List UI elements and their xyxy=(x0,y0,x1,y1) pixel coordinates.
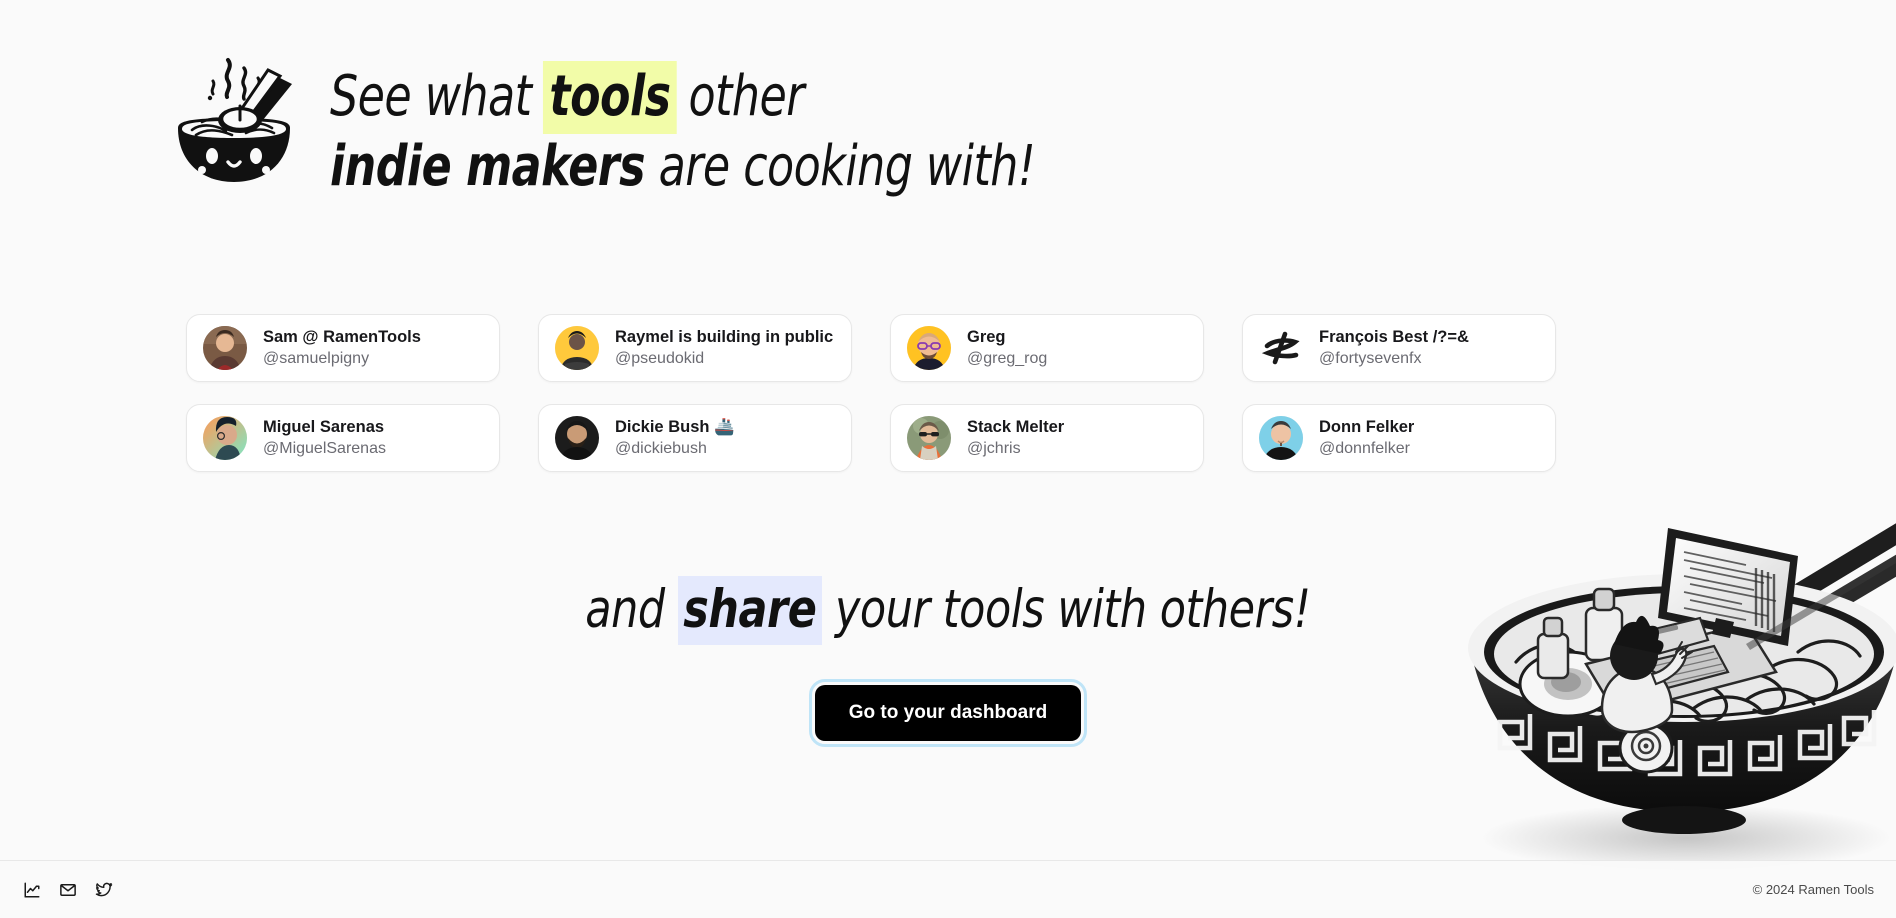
maker-name: Raymel is building in public xyxy=(615,328,834,346)
maker-meta: Miguel Sarenas @MiguelSarenas xyxy=(263,417,386,459)
maker-meta: Donn Felker @donnfelker xyxy=(1319,417,1414,459)
illustration-avatar-miguel xyxy=(203,416,247,460)
headline-text-pre: See what xyxy=(330,64,546,129)
maker-meta: François Best /?=& @fortysevenfx xyxy=(1319,327,1469,369)
maker-name: François Best /?=& xyxy=(1319,328,1469,346)
maker-name: Miguel Sarenas xyxy=(263,418,385,436)
maker-meta: Greg @greg_rog xyxy=(967,327,1047,369)
footer-social-icons xyxy=(22,880,114,900)
maker-meta: Dickie Bush 🚢 @dickiebush xyxy=(615,417,735,459)
maker-card-greg-rog[interactable]: Greg @greg_rog xyxy=(890,314,1204,382)
headline-highlight-indie-makers: indie makers xyxy=(330,134,646,199)
maker-handle: @fortysevenfx xyxy=(1319,350,1422,367)
ramen-bowl-logo-icon[interactable] xyxy=(168,50,300,190)
maker-card-pseudokid[interactable]: Raymel is building in public @pseudokid xyxy=(538,314,852,382)
copyright-text: © 2024 Ramen Tools xyxy=(1752,882,1874,897)
share-text-pre: and xyxy=(585,579,678,640)
maker-meta: Sam @ RamenTools @samuelpigny xyxy=(263,327,421,369)
maker-name: Stack Melter xyxy=(967,418,1065,436)
maker-handle: @MiguelSarenas xyxy=(263,440,386,457)
makers-grid: Sam @ RamenTools @samuelpigny Raymel is … xyxy=(186,314,1556,472)
maker-card-samuelpigny[interactable]: Sam @ RamenTools @samuelpigny xyxy=(186,314,500,382)
cta-section: Go to your dashboard xyxy=(0,679,1896,747)
maker-handle: @greg_rog xyxy=(967,350,1048,367)
maker-handle: @jchris xyxy=(967,440,1021,457)
headline-text-cooking: are cooking with! xyxy=(645,134,1036,199)
maker-handle: @pseudokid xyxy=(615,350,705,367)
headline-line-2: indie makers are cooking with! xyxy=(330,132,1036,202)
share-tagline: and share your tools with others! xyxy=(0,576,1896,645)
maker-name: Dickie Bush 🚢 xyxy=(615,418,735,436)
maker-name: Sam @ RamenTools xyxy=(263,328,421,346)
maker-name: Donn Felker xyxy=(1319,418,1415,436)
landing-page: See what tools other indie makers are co… xyxy=(0,0,1896,918)
maker-handle: @donnfelker xyxy=(1319,440,1410,457)
maker-card-dickiebush[interactable]: Dickie Bush 🚢 @dickiebush xyxy=(538,404,852,472)
maker-meta: Raymel is building in public @pseudokid xyxy=(615,327,833,369)
envelope-mail-icon[interactable] xyxy=(58,880,78,900)
hero-section: See what tools other indie makers are co… xyxy=(168,42,1131,202)
maker-handle: @dickiebush xyxy=(615,440,707,457)
maker-name: Greg xyxy=(967,328,1006,346)
maker-card-jchris[interactable]: Stack Melter @jchris xyxy=(890,404,1204,472)
maker-card-fortysevenfx[interactable]: François Best /?=& @fortysevenfx xyxy=(1242,314,1556,382)
photo-avatar-raymel xyxy=(555,326,599,370)
headline-text-post: other xyxy=(674,64,804,129)
share-highlight: share xyxy=(678,576,822,645)
share-text-post: your tools with others! xyxy=(821,579,1311,640)
maker-card-donnfelker[interactable]: Donn Felker @donnfelker xyxy=(1242,404,1556,472)
photo-avatar-sam xyxy=(203,326,247,370)
logo-avatar-fortysevenfx xyxy=(1259,326,1303,370)
photo-avatar-jchris xyxy=(907,416,951,460)
headline-highlight-tools: tools xyxy=(543,61,677,134)
ramen-bowl-developer-illustration xyxy=(1446,476,1896,876)
go-to-dashboard-button[interactable]: Go to your dashboard xyxy=(808,679,1088,747)
photo-avatar-donn xyxy=(1259,416,1303,460)
page-headline: See what tools other indie makers are co… xyxy=(330,42,1036,202)
maker-card-miguelsarenas[interactable]: Miguel Sarenas @MiguelSarenas xyxy=(186,404,500,472)
headline-line-1: See what tools other xyxy=(330,61,1035,134)
analytics-chart-icon[interactable] xyxy=(22,880,42,900)
photo-avatar-dickie xyxy=(555,416,599,460)
maker-meta: Stack Melter @jchris xyxy=(967,417,1064,459)
page-footer: © 2024 Ramen Tools xyxy=(0,860,1896,918)
photo-avatar-greg xyxy=(907,326,951,370)
maker-handle: @samuelpigny xyxy=(263,350,370,367)
twitter-bird-icon[interactable] xyxy=(94,880,114,900)
